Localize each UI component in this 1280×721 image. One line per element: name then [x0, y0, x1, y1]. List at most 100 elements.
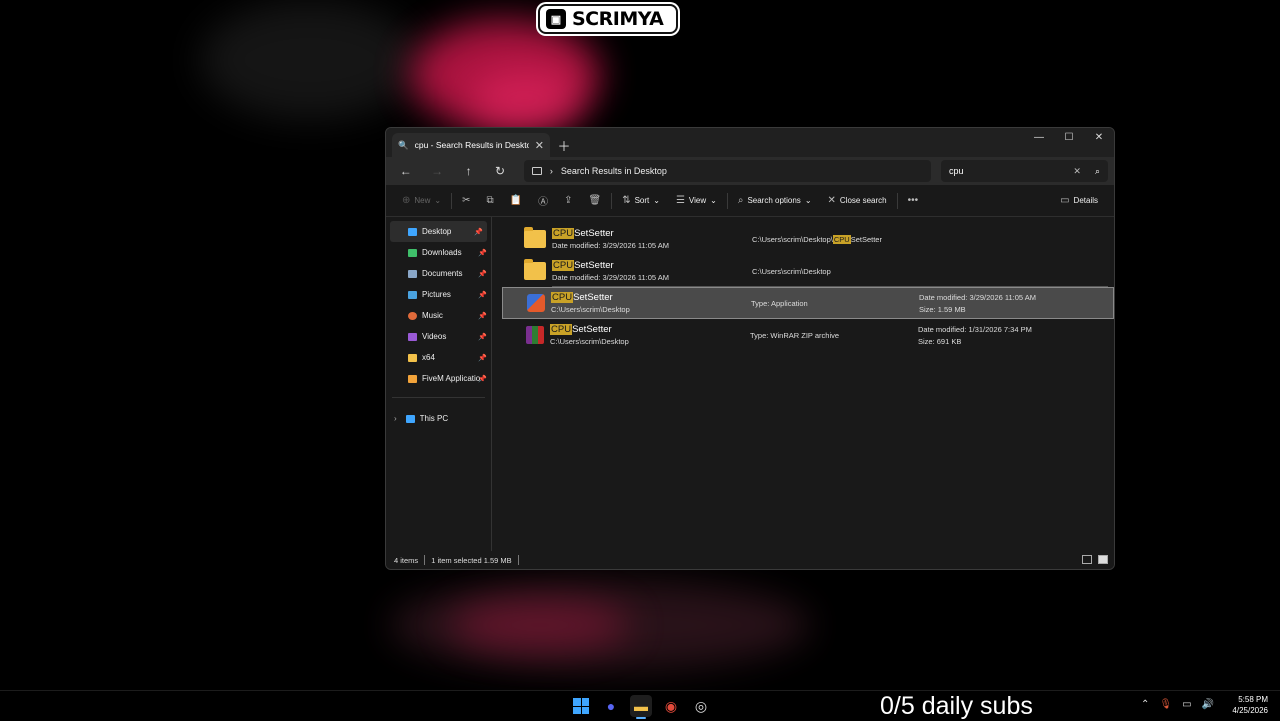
clear-search-icon[interactable]: ✕	[1073, 166, 1081, 177]
explorer-body: Desktop 📌 Downloads 📌 Documents 📌 Pictur…	[386, 217, 1114, 556]
file-meta: Date modified: 3/29/2026 11:05 AM Size: …	[919, 293, 1036, 314]
sidebar-item-x64[interactable]: x64 📌	[386, 347, 491, 368]
forward-button[interactable]: →	[423, 160, 450, 182]
sidebar-item-label: Pictures	[422, 290, 480, 299]
search-input[interactable]: cpu	[949, 166, 1073, 176]
tiles-view-icon[interactable]	[1098, 555, 1108, 564]
sidebar-item-this-pc[interactable]: › This PC	[386, 408, 491, 429]
scissors-icon: ✂	[462, 195, 470, 206]
navigation-bar: ← → ↑ ↻ › Search Results in Desktop cpu …	[386, 157, 1114, 185]
status-divider	[518, 555, 519, 565]
chevron-up-icon[interactable]: ⌃	[1141, 699, 1149, 710]
subs-counter: 0/5 daily subs	[880, 691, 1033, 721]
maximize-button[interactable]: ☐	[1054, 128, 1084, 146]
twitch-icon: ▣	[546, 9, 566, 29]
list-item-selected[interactable]: CPUSetSetter C:\Users\scrim\Desktop Type…	[502, 287, 1114, 319]
pin-icon: 📌	[478, 375, 487, 383]
windows-icon	[573, 698, 589, 714]
sidebar-item-label: FiveM Application Data	[422, 374, 480, 383]
sidebar-item-documents[interactable]: Documents 📌	[386, 263, 491, 284]
new-button[interactable]: ⊕ New ⌄	[394, 190, 449, 212]
share-button[interactable]: ⇪	[556, 190, 580, 212]
monitor-icon	[532, 167, 542, 175]
sidebar-item-label: This PC	[420, 414, 478, 423]
trash-icon: 🗑	[588, 195, 601, 206]
discord-taskbar-button[interactable]: ●	[600, 695, 622, 717]
chevron-right-icon[interactable]: ›	[394, 414, 397, 423]
toolbar-divider	[727, 193, 728, 209]
pin-icon: 📌	[478, 333, 487, 341]
list-item[interactable]: CPUSetSetter Date modified: 3/29/2026 11…	[502, 255, 1114, 287]
search-box[interactable]: cpu ✕ ⌕	[941, 160, 1108, 182]
view-button[interactable]: ☰ View ⌄	[668, 190, 725, 212]
search-icon[interactable]: ⌕	[1095, 166, 1100, 177]
taskbar-clock[interactable]: 5:58 PM 4/25/2026	[1232, 694, 1268, 716]
download-icon	[408, 249, 417, 257]
rename-icon: Ⓐ	[538, 193, 548, 208]
display-icon[interactable]: ▭	[1182, 699, 1191, 710]
list-item[interactable]: CPUSetSetter Date modified: 3/29/2026 11…	[502, 223, 1114, 255]
smoke-decoration	[450, 600, 630, 650]
delete-button[interactable]: 🗑	[580, 190, 609, 212]
paste-button[interactable]: 📋	[502, 190, 530, 212]
refresh-button[interactable]: ↻	[486, 160, 513, 182]
chrome-icon: ◉	[665, 698, 677, 715]
new-tab-button[interactable]: ＋	[550, 133, 578, 157]
more-options-button[interactable]: •••	[900, 190, 927, 212]
file-explorer-taskbar-button[interactable]: ▬	[630, 695, 652, 717]
sidebar-item-fivem[interactable]: FiveM Application Data 📌	[386, 368, 491, 389]
up-button[interactable]: ↑	[455, 160, 482, 182]
file-name: CPUSetSetter	[552, 228, 752, 239]
file-path: C:\Users\scrim\Desktop\CPUSetSetter	[752, 235, 920, 244]
tab-label: cpu - Search Results in Desktop	[415, 140, 529, 150]
breadcrumb[interactable]: Search Results in Desktop	[561, 166, 667, 176]
details-pane-icon: ▭	[1060, 195, 1069, 206]
volume-icon[interactable]: 🔊	[1202, 699, 1214, 710]
streamer-logo: ▣ SCRIMYA	[538, 4, 678, 34]
chrome-taskbar-button[interactable]: ◉	[660, 695, 682, 717]
list-item[interactable]: CPUSetSetter C:\Users\scrim\Desktop Type…	[502, 319, 1114, 351]
file-date-modified: Date modified: 1/31/2026 7:34 PM	[918, 325, 1032, 334]
file-path: C:\Users\scrim\Desktop	[752, 267, 920, 276]
sort-button[interactable]: ⇅ Sort ⌄	[614, 190, 668, 212]
microphone-icon[interactable]: 🎙	[1159, 699, 1172, 710]
search-options-button[interactable]: ⌕ Search options ⌄	[730, 190, 820, 212]
details-view-icon[interactable]	[1082, 555, 1092, 564]
picture-icon	[408, 291, 417, 299]
sort-label: Sort	[635, 196, 650, 205]
minimize-button[interactable]: —	[1024, 128, 1054, 146]
share-icon: ⇪	[564, 195, 572, 206]
clipboard-icon: 📋	[510, 195, 522, 206]
tab-search-results[interactable]: 🔍 cpu - Search Results in Desktop ✕	[392, 133, 550, 157]
navigation-pane: Desktop 📌 Downloads 📌 Documents 📌 Pictur…	[386, 217, 492, 556]
sidebar-item-downloads[interactable]: Downloads 📌	[386, 242, 491, 263]
search-options-icon: ⌕	[738, 195, 744, 206]
back-button[interactable]: ←	[392, 160, 419, 182]
sidebar-item-pictures[interactable]: Pictures 📌	[386, 284, 491, 305]
pin-icon: 📌	[478, 291, 487, 299]
file-subtitle: C:\Users\scrim\Desktop	[550, 337, 750, 346]
copy-button[interactable]: ⧉	[479, 190, 502, 212]
taskbar: ● ▬ ◉ ◎ 0/5 daily subs ⌃ 🎙 ▭ 🔊 5:58 PM 4…	[0, 690, 1280, 720]
rename-button[interactable]: Ⓐ	[530, 190, 556, 212]
start-button[interactable]	[570, 695, 592, 717]
sidebar-item-music[interactable]: Music 📌	[386, 305, 491, 326]
sidebar-item-desktop[interactable]: Desktop 📌	[390, 221, 487, 242]
folder-icon	[524, 230, 546, 248]
address-bar[interactable]: › Search Results in Desktop	[524, 160, 931, 182]
file-name: CPUSetSetter	[552, 260, 752, 271]
selection-info: 1 item selected 1.59 MB	[431, 556, 511, 565]
sidebar-item-videos[interactable]: Videos 📌	[386, 326, 491, 347]
application-icon	[527, 294, 545, 312]
details-label: Details	[1074, 196, 1098, 205]
obs-taskbar-button[interactable]: ◎	[690, 695, 712, 717]
toolbar-divider	[451, 193, 452, 209]
close-search-button[interactable]: ✕ Close search	[820, 190, 895, 212]
details-button[interactable]: ▭ Details	[1052, 190, 1106, 212]
pin-icon: 📌	[474, 228, 483, 236]
window-controls: — ☐ ✕	[1024, 128, 1114, 146]
search-icon: 🔍	[398, 140, 409, 151]
close-tab-icon[interactable]: ✕	[535, 139, 544, 152]
cut-button[interactable]: ✂	[454, 190, 478, 212]
close-window-button[interactable]: ✕	[1084, 128, 1114, 146]
